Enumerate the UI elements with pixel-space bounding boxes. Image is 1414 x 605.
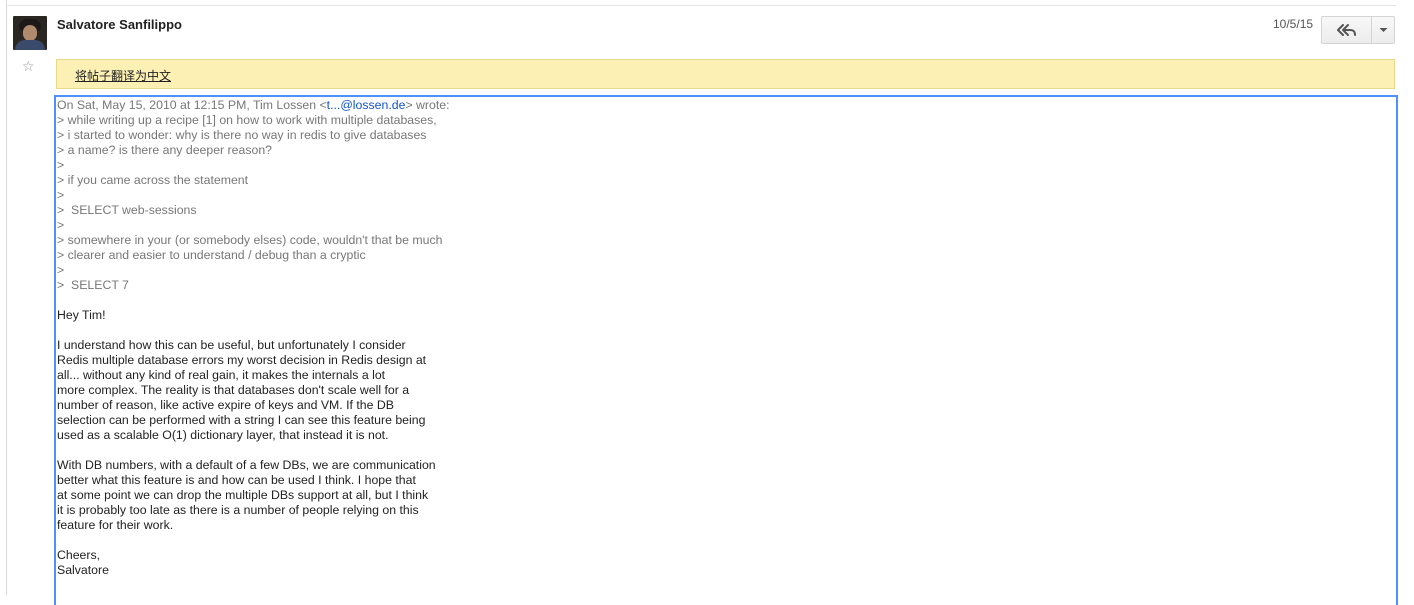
avatar[interactable] xyxy=(13,16,47,50)
avatar-shirt xyxy=(15,40,45,50)
reply-line: number of reason, like active expire of … xyxy=(57,398,394,412)
sender-name[interactable]: Salvatore Sanfilippo xyxy=(57,17,182,32)
reply-line: more complex. The reality is that databa… xyxy=(57,383,410,397)
attribution-prefix: On Sat, May 15, 2010 at 12:15 PM, Tim Lo… xyxy=(57,98,327,112)
reply-line: better what this feature is and how can … xyxy=(57,473,416,487)
reply-line: Hey Tim! xyxy=(57,308,106,322)
quote-line: > i started to wonder: why is there no w… xyxy=(57,128,427,142)
quote-line: > somewhere in your (or somebody elses) … xyxy=(57,233,443,247)
quote-line: > while writing up a recipe [1] on how t… xyxy=(57,113,437,127)
reply-line: at some point we can drop the multiple D… xyxy=(57,488,429,502)
reply-all-button[interactable] xyxy=(1322,17,1372,43)
message-date: 10/5/15 xyxy=(1273,17,1314,31)
attribution-suffix: > wrote: xyxy=(405,98,450,112)
quote-line: > xyxy=(57,263,65,277)
quote-line: > SELECT web-sessions xyxy=(57,203,197,217)
more-options-button[interactable] xyxy=(1372,17,1394,43)
reply-line: feature for their work. xyxy=(57,518,174,532)
translate-post-link[interactable]: 将帖子翻译为中文 xyxy=(75,67,171,84)
message-top-divider xyxy=(6,5,1396,6)
reply-line: Redis multiple database errors my worst … xyxy=(57,353,427,367)
chevron-down-icon xyxy=(1379,28,1387,32)
reply-line: selection can be performed with a string… xyxy=(57,413,426,427)
reply-line: Salvatore xyxy=(57,563,109,577)
avatar-face xyxy=(23,25,37,41)
quote-line: > xyxy=(57,188,65,202)
quote-line: > SELECT 7 xyxy=(57,278,129,292)
quote-line: > xyxy=(57,218,65,232)
thread-left-rule xyxy=(6,0,7,595)
reply-line: used as a scalable O(1) dictionary layer… xyxy=(57,428,389,442)
quote-line: > clearer and easier to understand / deb… xyxy=(57,248,366,262)
translate-banner: 将帖子翻译为中文 xyxy=(56,59,1395,89)
quote-line: > xyxy=(57,158,65,172)
reply-line: I understand how this can be useful, but… xyxy=(57,338,406,352)
reply-line: Cheers, xyxy=(57,548,101,562)
reply-button-group xyxy=(1321,16,1395,44)
quote-line: > if you came across the statement xyxy=(57,173,249,187)
reply-line: With DB numbers, with a default of a few… xyxy=(57,458,436,472)
reply-line: it is probably too late as there is a nu… xyxy=(57,503,419,517)
sender-email-link[interactable]: t...@lossen.de xyxy=(327,98,406,112)
quote-attribution: On Sat, May 15, 2010 at 12:15 PM, Tim Lo… xyxy=(57,98,450,113)
reply-all-icon xyxy=(1336,24,1356,36)
star-icon[interactable]: ☆ xyxy=(22,58,35,74)
quote-line: > a name? is there any deeper reason? xyxy=(57,143,272,157)
reply-line: all... without any kind of real gain, it… xyxy=(57,368,386,382)
